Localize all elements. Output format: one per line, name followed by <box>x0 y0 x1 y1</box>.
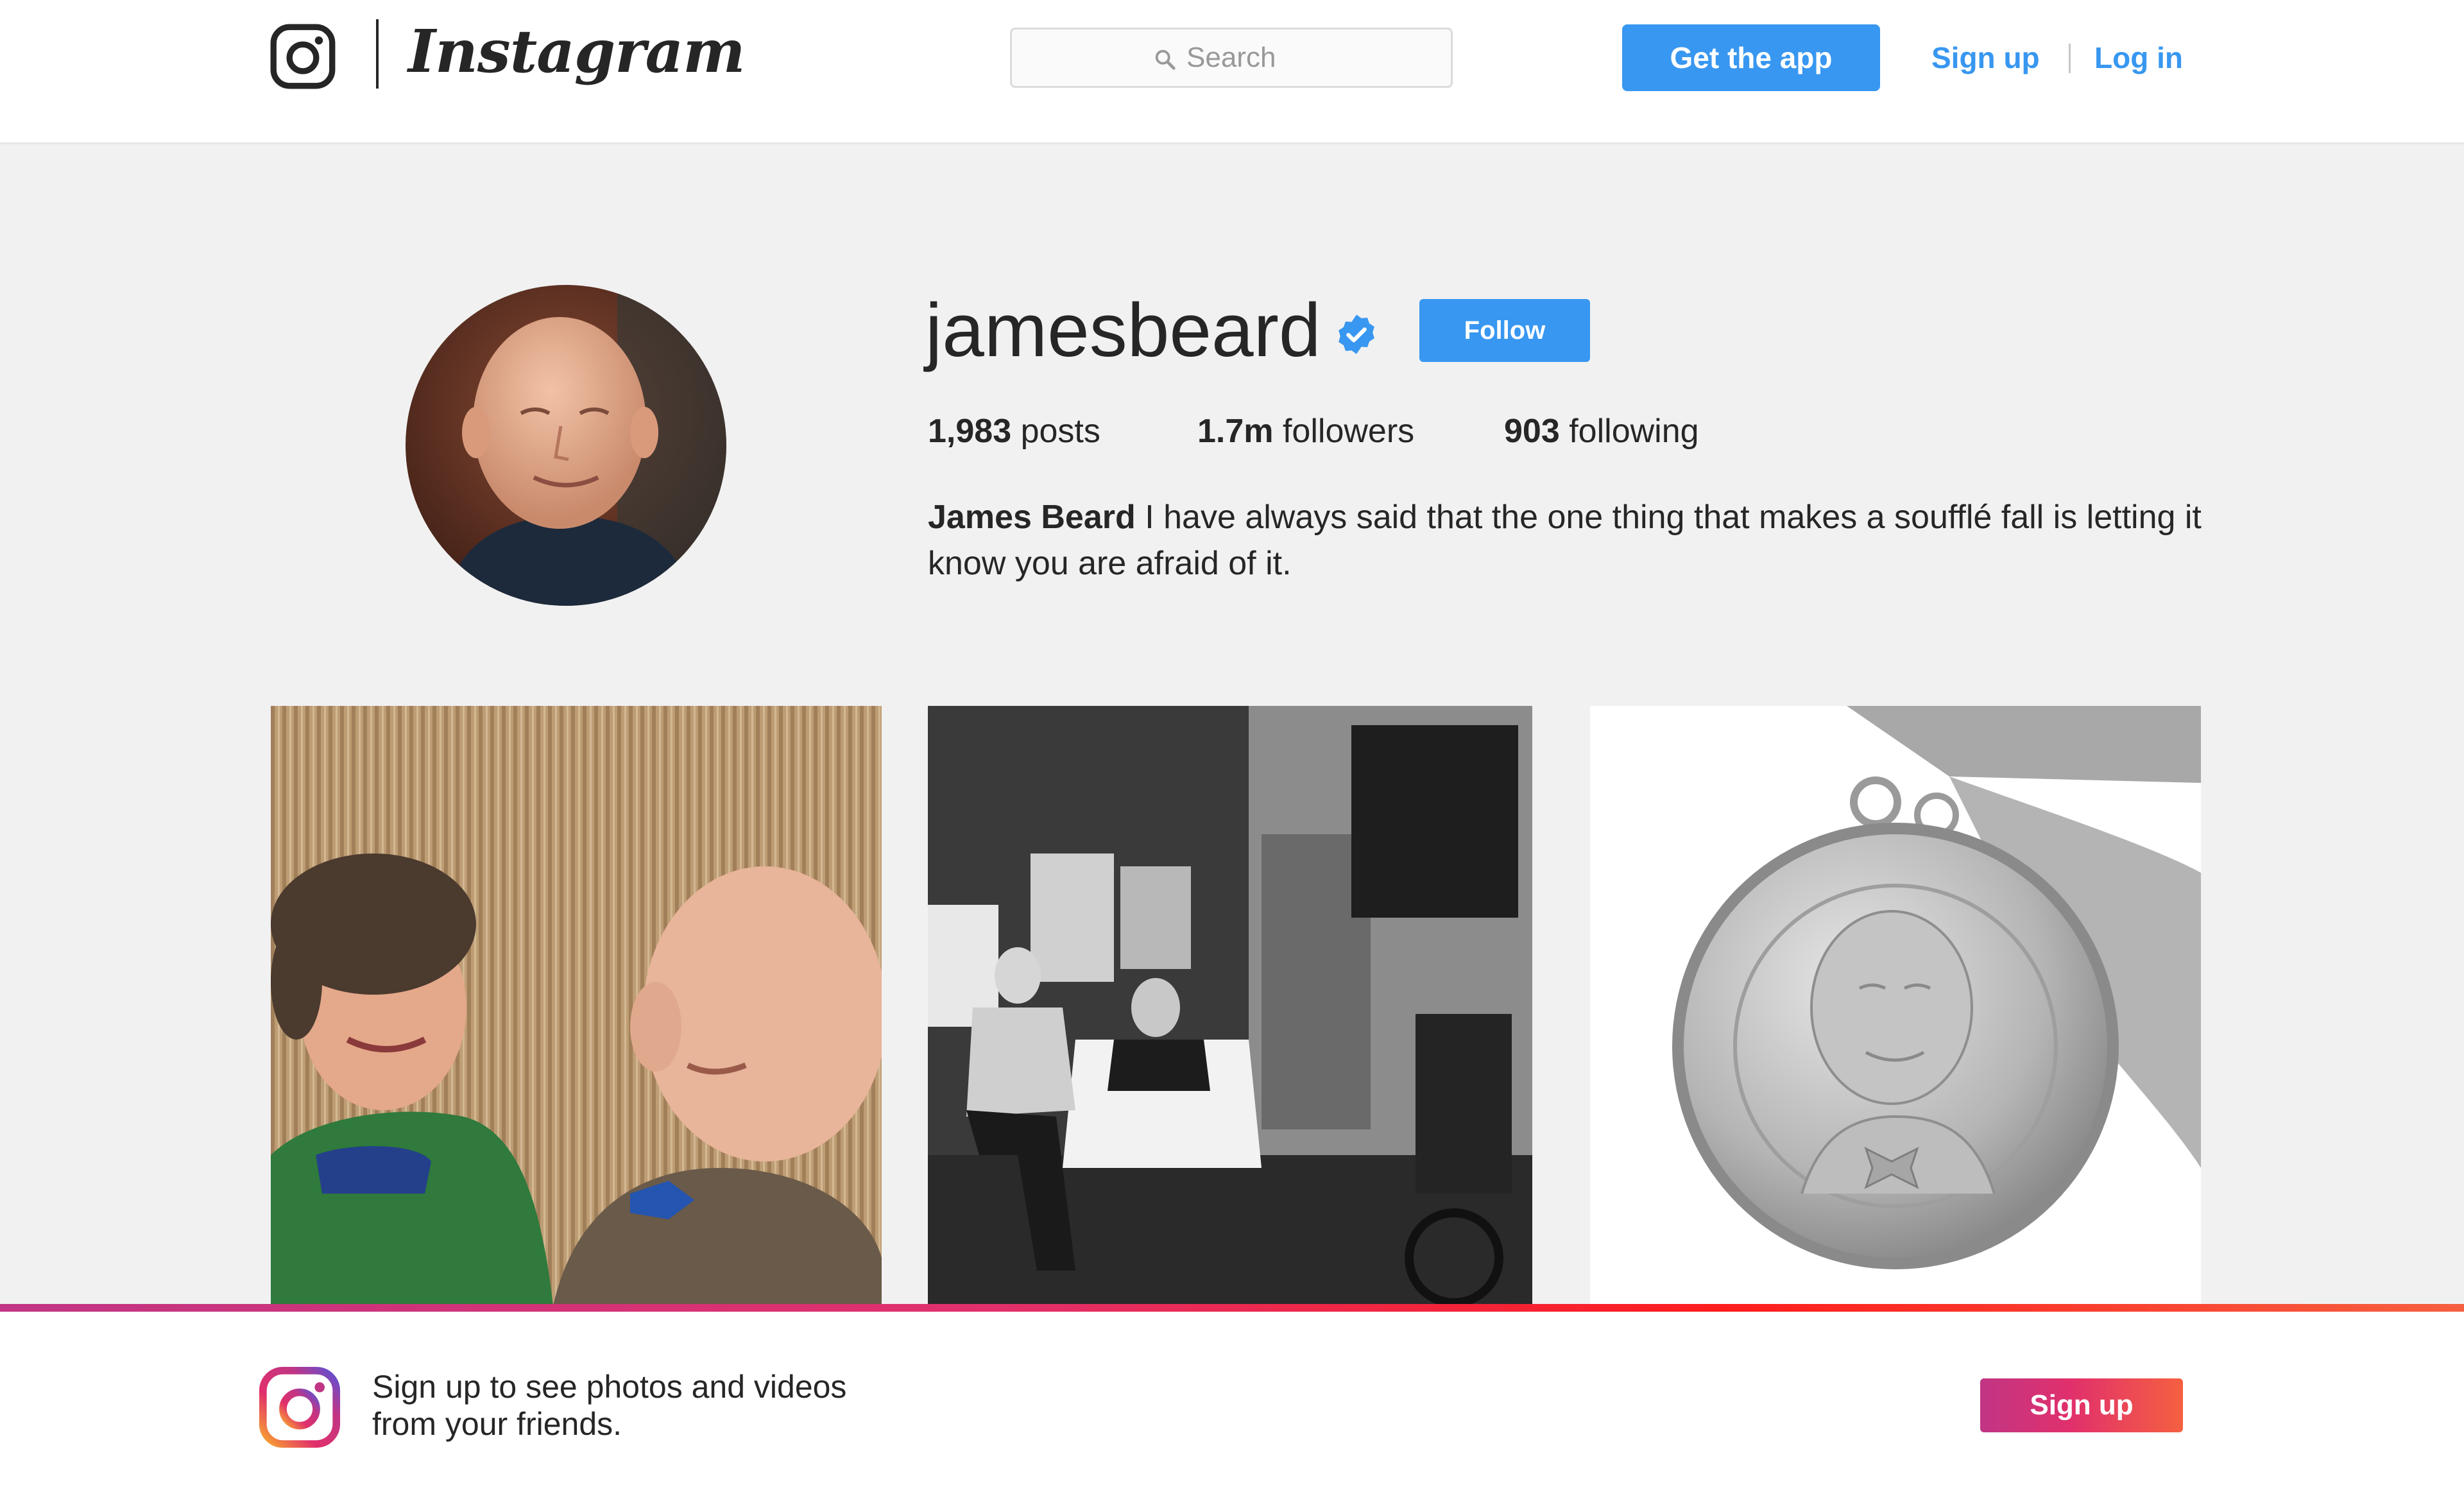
signup-prompt-line-1: Sign up to see photos and videos <box>372 1369 847 1405</box>
posts-stat: 1,983 posts <box>928 406 1100 457</box>
followers-label: followers <box>1282 413 1415 450</box>
posts-label: posts <box>1020 413 1100 450</box>
post-thumbnail-1[interactable] <box>271 706 882 1306</box>
get-the-app-button[interactable]: Get the app <box>1622 24 1880 91</box>
instagram-gradient-icon <box>259 1366 341 1448</box>
search-icon <box>1155 49 1176 70</box>
post-thumbnail-3[interactable] <box>1590 706 2201 1306</box>
profile-username: jamesbeard <box>925 288 1321 373</box>
search-input[interactable] <box>1185 37 1442 78</box>
followers-count: 1.7m <box>1197 413 1274 450</box>
sign-up-link[interactable]: Sign up <box>1931 32 2040 83</box>
top-navigation-bar: Instagram Get the app Sign up Log in <box>0 0 2464 144</box>
logo-divider <box>376 19 379 89</box>
post-image-bw-studio-photo <box>928 706 1532 1306</box>
following-stat[interactable]: 903 following <box>1504 406 1699 457</box>
instagram-glyph-icon[interactable] <box>270 23 336 90</box>
followers-stat[interactable]: 1.7m followers <box>1197 406 1414 457</box>
banner-gradient-strip <box>0 1304 2464 1312</box>
profile-bio: James Beard I have always said that the … <box>928 494 2205 587</box>
banner-sign-up-button[interactable]: Sign up <box>1980 1378 2183 1432</box>
signup-prompt-line-2: from your friends. <box>372 1406 622 1442</box>
instagram-wordmark[interactable]: Instagram <box>408 13 746 90</box>
follow-button[interactable]: Follow <box>1419 299 1590 362</box>
post-image-color-photo <box>271 706 882 1306</box>
following-count: 903 <box>1504 413 1560 450</box>
post-thumbnail-2[interactable] <box>928 706 1532 1306</box>
avatar-portrait-image <box>406 285 726 606</box>
link-separator <box>2069 44 2071 73</box>
signup-prompt-text: Sign up to see photos and videos from yo… <box>372 1368 950 1443</box>
posts-count: 1,983 <box>928 413 1012 450</box>
signup-banner: Sign up to see photos and videos from yo… <box>0 1304 2464 1492</box>
profile-avatar <box>406 285 726 606</box>
verified-badge-icon <box>1339 314 1374 354</box>
post-image-medal-photo <box>1590 706 2201 1306</box>
bio-full-name: James Beard <box>928 499 1136 536</box>
log-in-link[interactable]: Log in <box>2094 32 2183 83</box>
search-box[interactable] <box>1010 28 1453 88</box>
following-label: following <box>1569 413 1699 450</box>
